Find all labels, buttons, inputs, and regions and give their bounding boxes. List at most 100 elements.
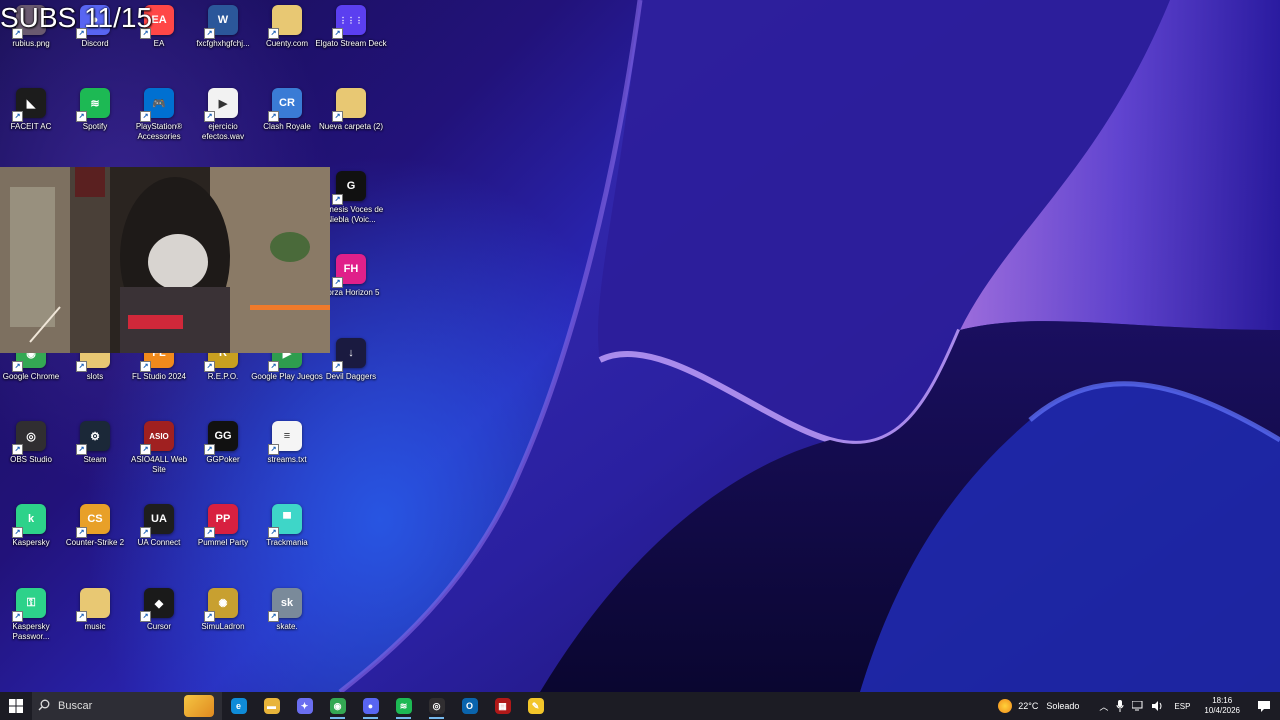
subs-counter-overlay: SUBS 11/15: [0, 2, 153, 33]
steam-icon: ⚙ ↗: [76, 421, 110, 455]
dagger-icon: ↓ ↗: [332, 338, 366, 372]
folder-icon: ▬: [263, 698, 280, 714]
desktop-icon-cuenty[interactable]: ↗ Cuenty.com: [256, 5, 318, 49]
taskbar-app-video-app[interactable]: ▦: [486, 692, 519, 720]
desktop-icon-word[interactable]: W ↗ fxcfghxhgfchj...: [192, 5, 254, 49]
windows-logo-icon: [9, 699, 23, 713]
desktop-icon-pummel[interactable]: PP ↗ Pummel Party: [192, 504, 254, 548]
microphone-tray-button[interactable]: [1112, 692, 1128, 720]
taskbar-app-outlook[interactable]: O: [453, 692, 486, 720]
start-button[interactable]: [0, 692, 32, 720]
folder-icon: ↗: [332, 88, 366, 122]
desktop-icon-psaccessories[interactable]: 🎮 ↗ PlayStation® Accessories: [128, 88, 190, 142]
desktop-icon-ggpoker[interactable]: GG ↗ GGPoker: [192, 421, 254, 465]
shortcut-arrow-icon: ↗: [12, 611, 23, 622]
desktop-icon-label: Steam: [83, 455, 107, 464]
desktop-icon-label: Google Chrome: [2, 372, 60, 381]
desktop-icon-obs[interactable]: ◎ ↗ OBS Studio: [0, 421, 62, 465]
desktop-icon-spotify[interactable]: ≋ ↗ Spotify: [64, 88, 126, 132]
spotify-icon: ≋: [395, 698, 412, 714]
notifications-button[interactable]: [1248, 692, 1280, 720]
shortcut-arrow-icon: ↗: [268, 444, 279, 455]
shortcut-arrow-icon: ↗: [140, 527, 151, 538]
weather-widget[interactable]: 22°C Soleado: [994, 692, 1095, 720]
chrome-icon: ◉: [329, 698, 346, 714]
desktop-icon-label: rubius.png: [12, 39, 50, 48]
desktop-icon-simuladron[interactable]: ✺ ↗ SimuLadron: [192, 588, 254, 632]
shortcut-arrow-icon: ↗: [76, 111, 87, 122]
desktop-icon-uaconnect[interactable]: UA ↗ UA Connect: [128, 504, 190, 548]
taskbar-app-copilot[interactable]: ✦: [288, 692, 321, 720]
language-indicator[interactable]: ESP: [1168, 692, 1196, 720]
skate-icon: sk ↗: [268, 588, 302, 622]
shortcut-arrow-icon: ↗: [140, 361, 151, 372]
shortcut-arrow-icon: ↗: [76, 361, 87, 372]
desktop-icon-music[interactable]: ↗ music: [64, 588, 126, 632]
shortcut-arrow-icon: ↗: [140, 444, 151, 455]
network-tray-button[interactable]: [1128, 692, 1148, 720]
asio-icon: ASIO ↗: [140, 421, 174, 455]
shortcut-arrow-icon: ↗: [76, 527, 87, 538]
shortcut-arrow-icon: ↗: [332, 361, 343, 372]
notification-icon: [1258, 700, 1270, 712]
desktop-icon-cs2[interactable]: CS ↗ Counter-Strike 2: [64, 504, 126, 548]
shortcut-arrow-icon: ↗: [268, 361, 279, 372]
microphone-icon: [1116, 700, 1124, 712]
desktop-icon-label: FL Studio 2024: [132, 372, 186, 381]
counter-strike-icon: CS ↗: [76, 504, 110, 538]
desktop-icon-streams[interactable]: ≡ ↗ streams.txt: [256, 421, 318, 465]
search-placeholder: Buscar: [58, 700, 93, 712]
taskbar-app-obs[interactable]: ◎: [420, 692, 453, 720]
folder-icon: ↗: [76, 588, 110, 622]
system-tray: 22°C Soleado ︿ ESP 18:16 10/4/2026: [994, 692, 1280, 720]
desktop-icon-label: Kaspersky: [12, 538, 50, 547]
taskbar-app-discord[interactable]: ●: [354, 692, 387, 720]
shortcut-arrow-icon: ↗: [204, 111, 215, 122]
desktop-icon-label: Discord: [81, 39, 109, 48]
shortcut-arrow-icon: ↗: [204, 361, 215, 372]
taskbar-search-box[interactable]: Buscar: [32, 692, 222, 720]
desktop-icon-steam[interactable]: ⚙ ↗ Steam: [64, 421, 126, 465]
desktop-icon-cursor[interactable]: ◆ ↗ Cursor: [128, 588, 190, 632]
volume-tray-button[interactable]: [1148, 692, 1168, 720]
desktop-icon-skate[interactable]: sk ↗ skate.: [256, 588, 318, 632]
desktop-icon-ejercicio[interactable]: ▶ ↗ ejercicio efectos.wav: [192, 88, 254, 142]
taskbar-app-chrome[interactable]: ◉: [321, 692, 354, 720]
search-icon: [38, 699, 50, 714]
desktop-icon-label: ejercicio efectos.wav: [201, 122, 245, 141]
desktop-icon-asio[interactable]: ASIO ↗ ASIO4ALL Web Site: [128, 421, 190, 475]
desktop-icon-trackmania[interactable]: ▀ ↗ Trackmania: [256, 504, 318, 548]
desktop-icon-elgato[interactable]: ⋮⋮⋮ ↗ Elgato Stream Deck: [315, 5, 387, 49]
shortcut-arrow-icon: ↗: [140, 611, 151, 622]
shortcut-arrow-icon: ↗: [76, 444, 87, 455]
shortcut-arrow-icon: ↗: [268, 28, 279, 39]
pummel-party-icon: PP ↗: [204, 504, 238, 538]
desktop-icon-label: Counter-Strike 2: [65, 538, 125, 547]
shortcut-arrow-icon: ↗: [204, 28, 215, 39]
desktop-icon-kaspersky[interactable]: k ↗ Kaspersky: [0, 504, 62, 548]
desktop-icon-label: Spotify: [82, 122, 108, 131]
desktop-icon-clash[interactable]: CR ↗ Clash Royale: [256, 88, 318, 132]
word-document-icon: W ↗: [204, 5, 238, 39]
copilot-icon: ✦: [296, 698, 313, 714]
taskbar-app-notes[interactable]: ✎: [519, 692, 552, 720]
desktop-icon-label: PlayStation® Accessories: [135, 122, 183, 141]
weather-condition: Soleado: [1046, 701, 1080, 711]
taskbar-app-file-explorer[interactable]: ▬: [255, 692, 288, 720]
shortcut-arrow-icon: ↗: [12, 361, 23, 372]
shortcut-arrow-icon: ↗: [204, 527, 215, 538]
stream-deck-icon: ⋮⋮⋮ ↗: [332, 5, 366, 39]
show-hidden-icons-button[interactable]: ︿: [1095, 692, 1112, 720]
game-icon: G ↗: [332, 171, 366, 205]
audio-file-icon: ▶ ↗: [204, 88, 238, 122]
trackmania-icon: ▀ ↗: [268, 504, 302, 538]
clock[interactable]: 18:16 10/4/2026: [1196, 692, 1248, 720]
desktop-icon-label: SimuLadron: [201, 622, 245, 631]
desktop-icon-kasperskypw[interactable]: ⚿ ↗ Kaspersky Passwor...: [0, 588, 62, 642]
desktop-icon-label: Kaspersky Passwor...: [12, 622, 50, 641]
shortcut-arrow-icon: ↗: [332, 277, 343, 288]
desktop-icon-nuevacarpeta[interactable]: ↗ Nueva carpeta (2): [319, 88, 383, 132]
taskbar-app-spotify[interactable]: ≋: [387, 692, 420, 720]
desktop-icon-faceit[interactable]: ◣ ↗ FACEIT AC: [0, 88, 62, 132]
taskbar-app-edge[interactable]: e: [222, 692, 255, 720]
